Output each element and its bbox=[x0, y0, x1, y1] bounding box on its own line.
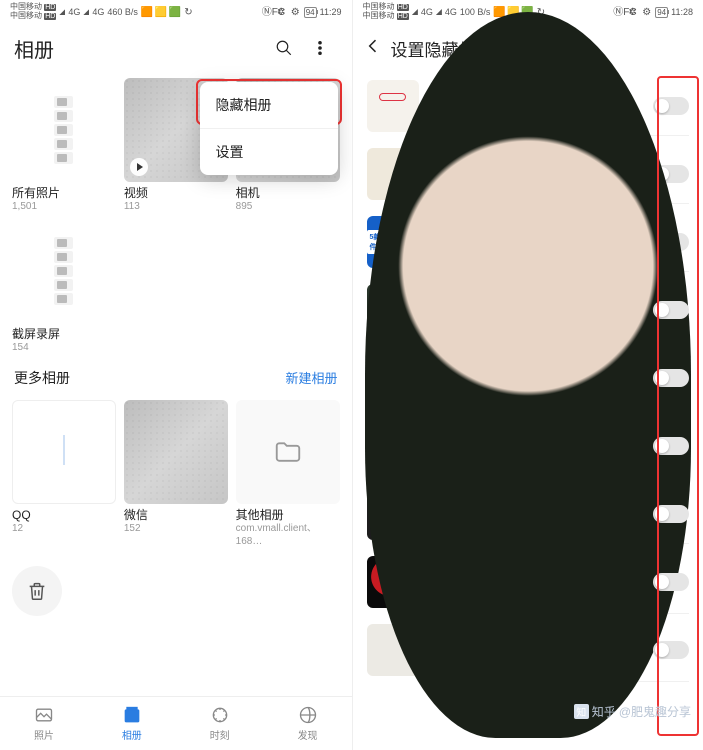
section-label: 更多相册 bbox=[14, 368, 70, 388]
toggle[interactable] bbox=[653, 573, 689, 591]
trash-row bbox=[12, 566, 340, 616]
toggle[interactable] bbox=[653, 505, 689, 523]
album-qq[interactable]: QQ 12 bbox=[12, 400, 116, 548]
album-grid-mid: 截屏录屏 154 bbox=[0, 213, 352, 354]
status-bar: 中国移动 HD 中国移动 HD 4G 4G 460 B/s 🟧🟨🟩↻ ⓃFC✲⚙… bbox=[0, 0, 352, 24]
nav-moments[interactable]: 时刻 bbox=[176, 697, 264, 750]
bottom-nav: 照片 相册 时刻 发现 bbox=[0, 696, 352, 750]
phone-right-hide-settings: 中国移动 HD 中国移动 HD 4G 4G 100 B/s 🟧🟨🟩↻ ⓃFC✲⚙… bbox=[352, 0, 703, 750]
album-others[interactable]: 其他相册 com.vmall.client、168… bbox=[236, 400, 340, 548]
back-button[interactable] bbox=[363, 36, 383, 61]
section-more-albums: 更多相册 新建相册 bbox=[0, 354, 352, 394]
search-icon[interactable] bbox=[266, 30, 302, 66]
nav-discover[interactable]: 发现 bbox=[264, 697, 352, 750]
clock: 11:28 bbox=[671, 7, 693, 17]
list-item[interactable]: 图虫2 张照片 bbox=[357, 276, 700, 344]
toggle[interactable] bbox=[653, 97, 689, 115]
hide-album-list: QQEditPic1 张照片 image5 张照片 5款高效电脑软件 Movie… bbox=[353, 72, 703, 684]
more-icon[interactable] bbox=[302, 30, 338, 66]
battery-icon: 94 bbox=[655, 7, 668, 18]
toggle[interactable] bbox=[653, 301, 689, 319]
header: 相册 bbox=[0, 24, 352, 72]
album-all-photos[interactable]: 所有照片 1,501 bbox=[12, 78, 116, 213]
menu-hide-album[interactable]: 隐藏相册 bbox=[200, 82, 338, 128]
album-grid-bottom: QQ 12 微信 152 其他相册 com.vmall.client、168… bbox=[0, 394, 352, 548]
page-title: 相册 bbox=[14, 34, 266, 63]
create-album-button[interactable]: 新建相册 bbox=[285, 368, 337, 387]
album-screenshots[interactable]: 截屏录屏 154 bbox=[12, 219, 116, 354]
menu-settings[interactable]: 设置 bbox=[200, 128, 338, 175]
phone-left-gallery: 中国移动 HD 中国移动 HD 4G 4G 460 B/s 🟧🟨🟩↻ ⓃFC✲⚙… bbox=[0, 0, 352, 750]
toggle[interactable] bbox=[653, 641, 689, 659]
album-wechat[interactable]: 微信 152 bbox=[124, 400, 228, 548]
battery-icon: 94 bbox=[304, 7, 317, 18]
trash-button[interactable] bbox=[12, 566, 62, 616]
watermark: 知知乎@肥鬼趣分享 bbox=[574, 703, 691, 720]
context-menu: 隐藏相册 设置 bbox=[200, 82, 338, 175]
play-icon bbox=[130, 158, 148, 176]
nav-albums[interactable]: 相册 bbox=[88, 697, 176, 750]
nav-photos[interactable]: 照片 bbox=[0, 697, 88, 750]
toggle[interactable] bbox=[653, 437, 689, 455]
toggle[interactable] bbox=[653, 369, 689, 387]
clock: 11:29 bbox=[320, 7, 342, 17]
